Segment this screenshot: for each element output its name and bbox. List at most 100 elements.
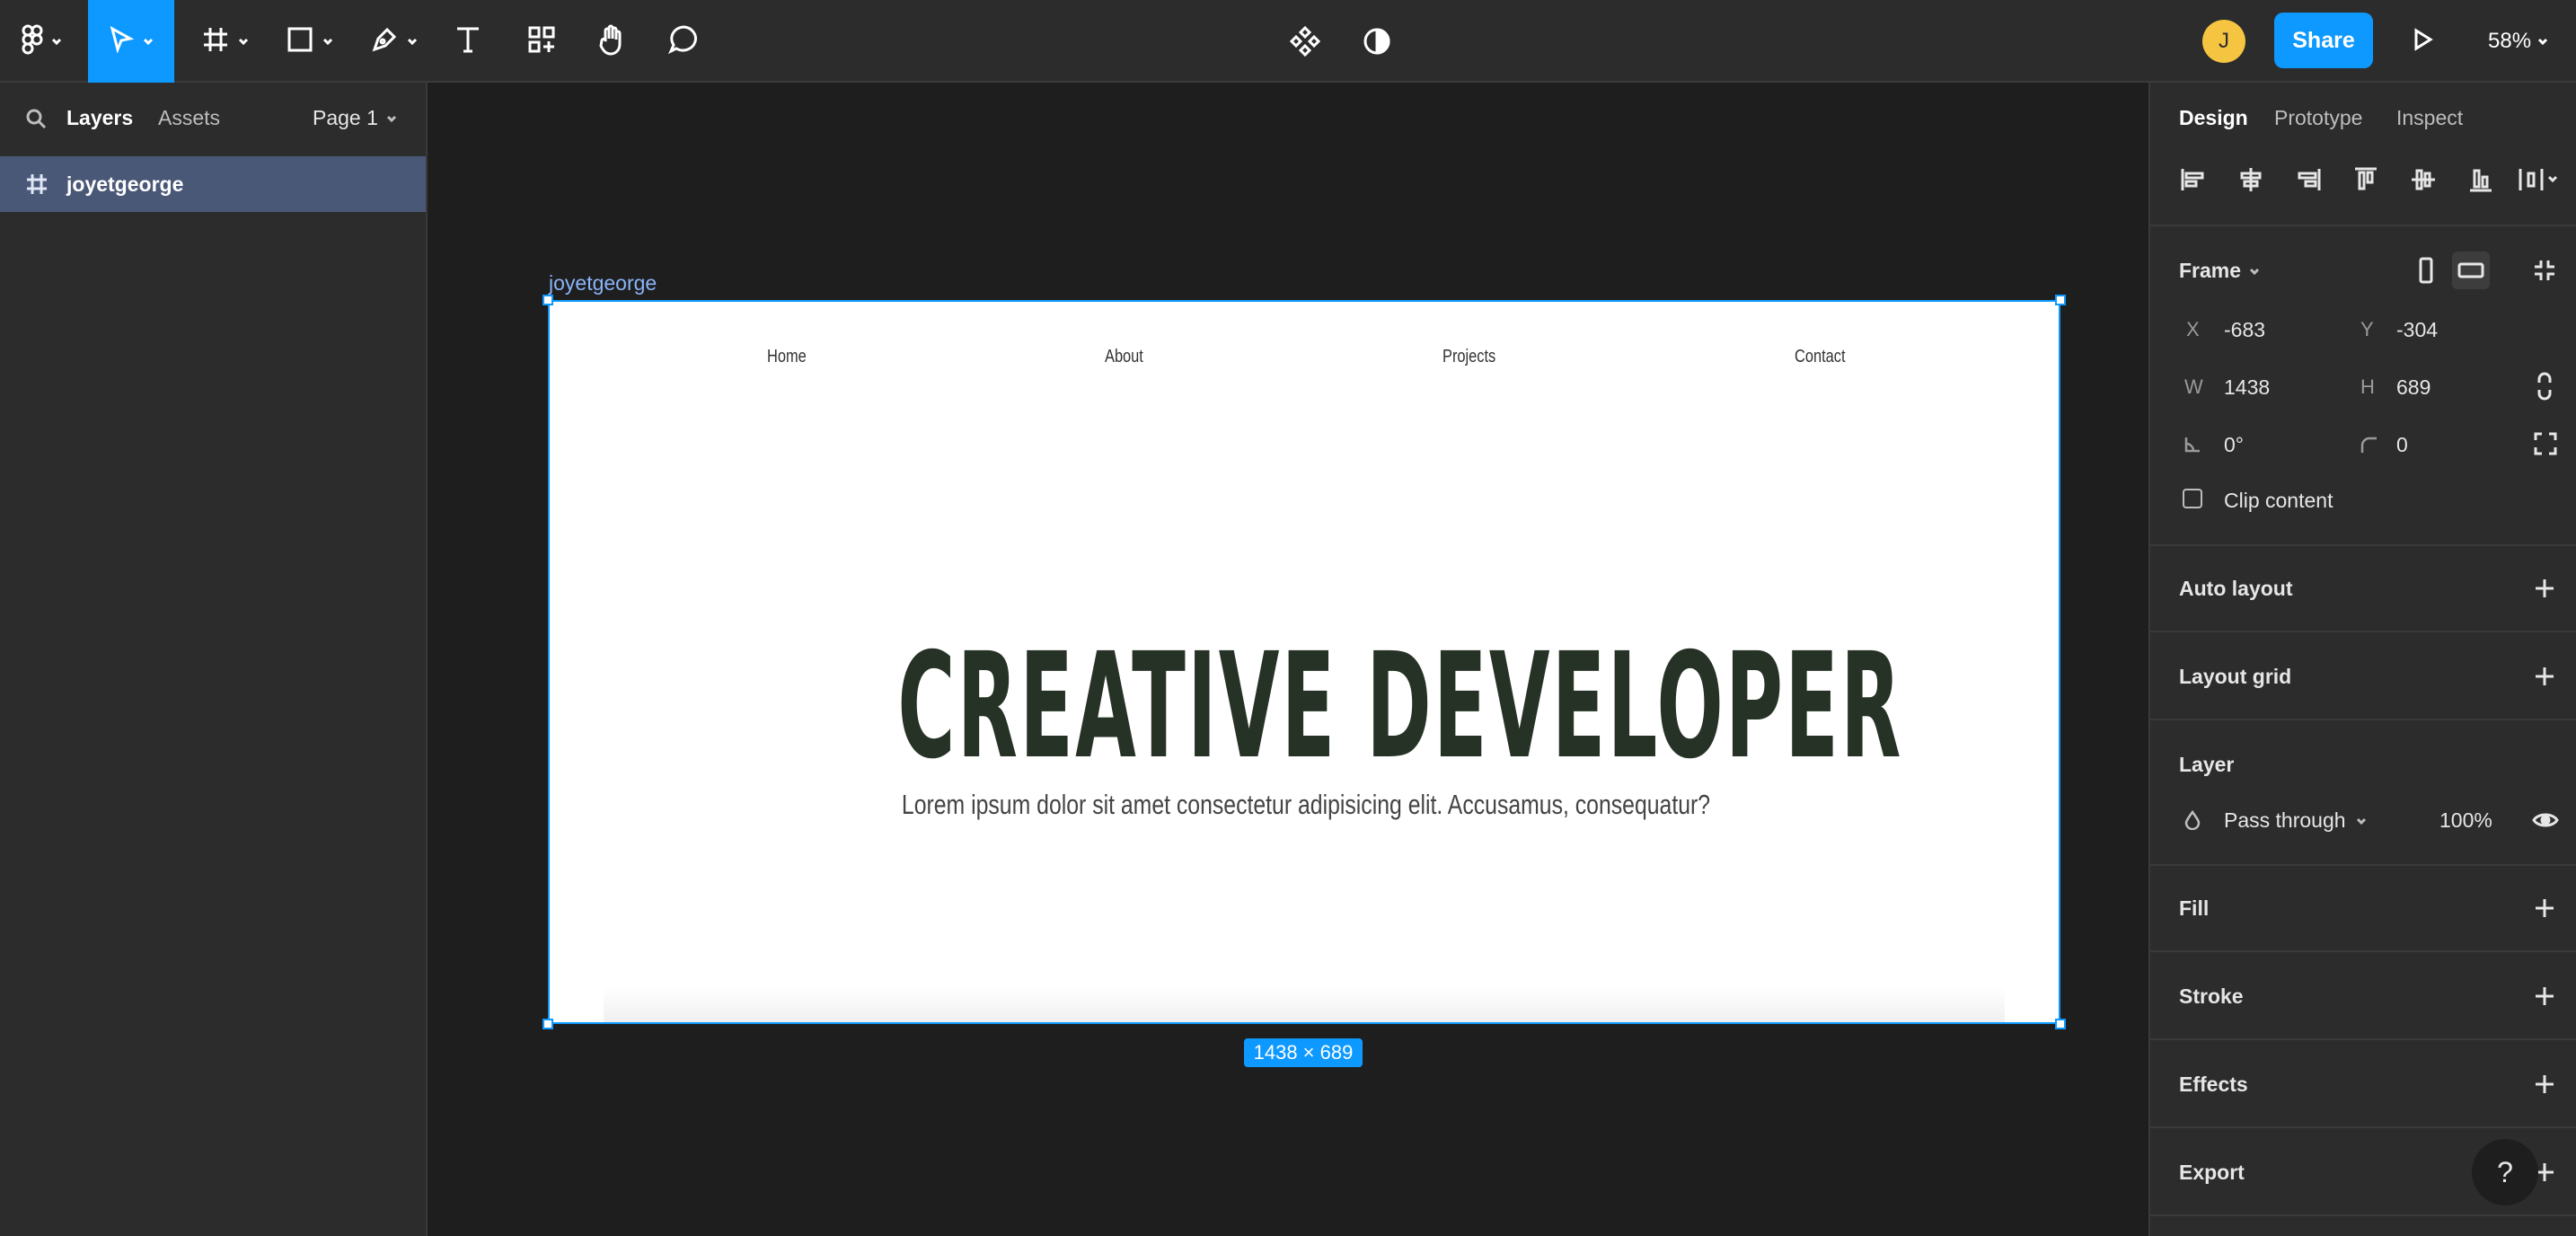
layer-section-title: Layer — [2179, 753, 2235, 776]
divider — [2150, 631, 2576, 632]
landscape-icon[interactable] — [2452, 252, 2490, 289]
tab-inspect[interactable]: Inspect — [2396, 106, 2463, 130]
y-label: Y — [2360, 318, 2374, 340]
stroke-section-title: Stroke — [2179, 984, 2244, 1008]
eye-icon[interactable] — [2531, 807, 2560, 834]
component-diamond-icon[interactable] — [1283, 0, 1328, 83]
y-input[interactable]: -304 — [2396, 318, 2438, 342]
blend-mode-icon — [2183, 809, 2202, 831]
align-right-icon[interactable] — [2294, 165, 2323, 194]
design-frame[interactable]: Home About Projects Contact CREATIVE DEV… — [548, 300, 2060, 1024]
blend-mode-value: Pass through — [2224, 808, 2346, 832]
divider — [2150, 1038, 2576, 1040]
opacity-input[interactable]: 100% — [2439, 808, 2492, 833]
divider — [2150, 1126, 2576, 1128]
chevron-down-icon — [143, 38, 154, 46]
clip-content-label: Clip content — [2224, 489, 2333, 512]
rotation-input[interactable]: 0° — [2224, 433, 2244, 457]
frame-hash-icon — [25, 172, 49, 196]
tab-prototype[interactable]: Prototype — [2274, 106, 2362, 130]
layout-grid-title: Layout grid — [2179, 665, 2292, 688]
divider — [2150, 950, 2576, 952]
auto-layout-title: Auto layout — [2179, 577, 2293, 600]
export-section-title: Export — [2179, 1161, 2245, 1184]
pen-tool-button[interactable] — [359, 0, 429, 83]
h-input[interactable]: 689 — [2396, 375, 2430, 400]
top-toolbar: J Share 58% — [0, 0, 2576, 83]
layer-item-joyetgeorge[interactable]: joyetgeorge — [0, 156, 426, 212]
fill-section-title: Fill — [2179, 896, 2210, 920]
independent-corners-icon[interactable] — [2533, 431, 2558, 456]
add-layout-grid-button[interactable] — [2533, 665, 2556, 688]
portrait-icon[interactable] — [2411, 255, 2441, 286]
cursor-icon — [108, 25, 135, 57]
shape-tool-button[interactable] — [275, 0, 345, 83]
contrast-icon[interactable] — [1354, 0, 1399, 83]
align-bottom-icon[interactable] — [2466, 165, 2495, 194]
resize-handle-bottom-right[interactable] — [2055, 1019, 2066, 1029]
share-button[interactable]: Share — [2274, 13, 2373, 68]
x-input[interactable]: -683 — [2224, 318, 2265, 342]
comment-tool-button[interactable] — [661, 0, 706, 83]
figma-logo-icon — [22, 24, 43, 59]
chevron-down-icon — [2537, 38, 2548, 46]
frame-section-title[interactable]: Frame — [2179, 259, 2261, 283]
rotation-icon — [2183, 435, 2202, 455]
resize-handle-bottom-left[interactable] — [543, 1019, 553, 1029]
text-icon — [454, 25, 481, 58]
layer-name: joyetgeorge — [66, 172, 184, 196]
properties-panel: Design Prototype Inspect Frame X -683 Y … — [2148, 83, 2576, 1236]
search-icon[interactable] — [25, 108, 47, 129]
align-top-icon[interactable] — [2351, 165, 2380, 194]
avatar[interactable]: J — [2202, 20, 2245, 63]
present-button[interactable] — [2400, 0, 2445, 83]
clip-content-checkbox[interactable] — [2183, 489, 2202, 508]
page-selector[interactable]: Page 1 — [313, 106, 398, 130]
frame-label[interactable]: joyetgeorge — [549, 271, 657, 296]
hero-subtitle: Lorem ipsum dolor sit amet consectetur a… — [901, 789, 1711, 820]
resources-tool-button[interactable] — [519, 0, 564, 83]
text-tool-button[interactable] — [446, 0, 490, 83]
add-stroke-button[interactable] — [2533, 984, 2556, 1008]
effects-section-title: Effects — [2179, 1073, 2248, 1096]
hand-tool-button[interactable] — [589, 0, 634, 83]
page-name: Page 1 — [313, 106, 378, 129]
x-label: X — [2186, 318, 2200, 340]
divider — [2150, 719, 2576, 720]
frame-size-badge: 1438 × 689 — [1244, 1038, 1363, 1067]
corner-radius-input[interactable]: 0 — [2396, 433, 2408, 457]
nav-about: About — [1105, 347, 1143, 366]
w-input[interactable]: 1438 — [2224, 375, 2270, 400]
nav-contact: Contact — [1795, 347, 1846, 366]
tab-design[interactable]: Design — [2179, 106, 2248, 130]
zoom-menu[interactable]: 58% — [2488, 0, 2549, 83]
tab-assets[interactable]: Assets — [158, 106, 220, 130]
left-panel-tabs: Layers Assets Page 1 — [0, 83, 428, 154]
resize-to-fit-icon[interactable] — [2531, 257, 2558, 284]
chevron-down-icon — [322, 38, 333, 46]
chevron-down-icon — [238, 38, 249, 46]
chevron-down-icon — [51, 38, 62, 46]
main-menu-button[interactable] — [13, 0, 72, 83]
chevron-down-icon — [2249, 268, 2260, 275]
pen-icon — [370, 25, 399, 58]
align-left-icon[interactable] — [2179, 165, 2208, 194]
align-horizontal-center-icon[interactable] — [2236, 165, 2265, 194]
blend-mode-select[interactable]: Pass through — [2224, 808, 2368, 833]
move-tool-button[interactable] — [88, 0, 174, 83]
add-auto-layout-button[interactable] — [2533, 577, 2556, 600]
resize-handle-top-right[interactable] — [2055, 295, 2066, 305]
frame-title-label: Frame — [2179, 259, 2242, 282]
align-vertical-center-icon[interactable] — [2409, 165, 2438, 194]
distribute-icon[interactable] — [2517, 165, 2560, 194]
w-label: W — [2184, 375, 2203, 398]
add-fill-button[interactable] — [2533, 896, 2556, 920]
frame-tool-button[interactable] — [190, 0, 260, 83]
add-effect-button[interactable] — [2533, 1073, 2556, 1096]
tab-layers[interactable]: Layers — [66, 106, 133, 130]
nav-home: Home — [767, 347, 807, 366]
constrain-proportions-icon[interactable] — [2535, 372, 2554, 401]
resize-handle-top-left[interactable] — [543, 295, 553, 305]
help-button[interactable]: ? — [2472, 1139, 2538, 1205]
corner-radius-icon — [2359, 435, 2378, 455]
